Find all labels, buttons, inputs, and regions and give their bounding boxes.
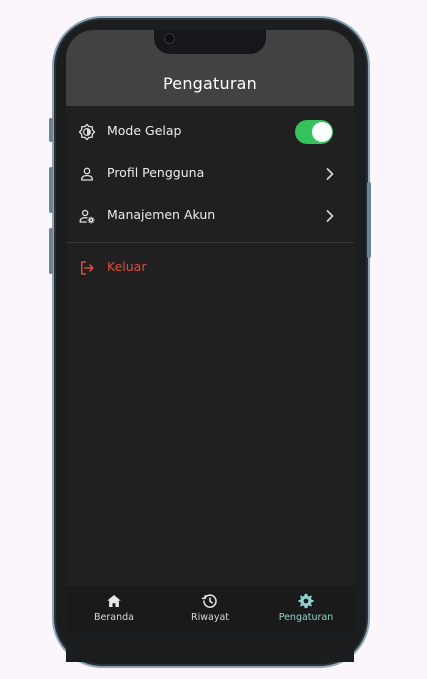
logout-button[interactable]: Keluar (66, 248, 354, 288)
front-camera (164, 33, 175, 44)
page-title: Pengaturan (163, 74, 257, 93)
dark-mode-label: Mode Gelap (107, 123, 182, 138)
side-button-power (367, 182, 371, 258)
setting-account-management[interactable]: Manajemen Akun (66, 196, 354, 236)
phone-chin (66, 632, 354, 662)
side-button-volume-up (49, 167, 53, 213)
side-button-volume-down (49, 228, 53, 274)
section-divider (66, 242, 354, 243)
history-icon (201, 594, 217, 608)
user-profile-label: Profil Pengguna (107, 165, 205, 180)
nav-label-home: Beranda (94, 612, 134, 623)
setting-user-profile[interactable]: Profil Pengguna (66, 154, 354, 194)
account-management-label: Manajemen Akun (107, 207, 216, 222)
gear-icon (298, 593, 314, 609)
side-button-silent (49, 118, 53, 142)
dark-mode-toggle[interactable] (295, 120, 333, 144)
app-screen: Pengaturan Mode Gelap Profil Pengguna Ma… (66, 30, 354, 660)
chevron-right-icon (326, 210, 334, 222)
nav-label-settings: Pengaturan (278, 612, 334, 623)
nav-item-history[interactable]: Riwayat (162, 586, 258, 632)
chevron-right-icon (326, 168, 334, 180)
setting-dark-mode[interactable]: Mode Gelap (66, 112, 354, 152)
brightness-icon (78, 123, 96, 141)
toggle-knob (312, 122, 332, 142)
home-icon (107, 595, 121, 607)
app-header: Pengaturan (66, 30, 354, 106)
person-icon (81, 167, 93, 181)
nav-item-settings[interactable]: Pengaturan (258, 586, 354, 632)
nav-label-history: Riwayat (191, 612, 229, 623)
logout-label: Keluar (107, 259, 147, 274)
bottom-navigation: Beranda Riwayat Pengaturan (66, 586, 354, 632)
nav-item-home[interactable]: Beranda (66, 586, 162, 632)
logout-icon (81, 261, 94, 275)
manage-accounts-icon (79, 209, 95, 224)
